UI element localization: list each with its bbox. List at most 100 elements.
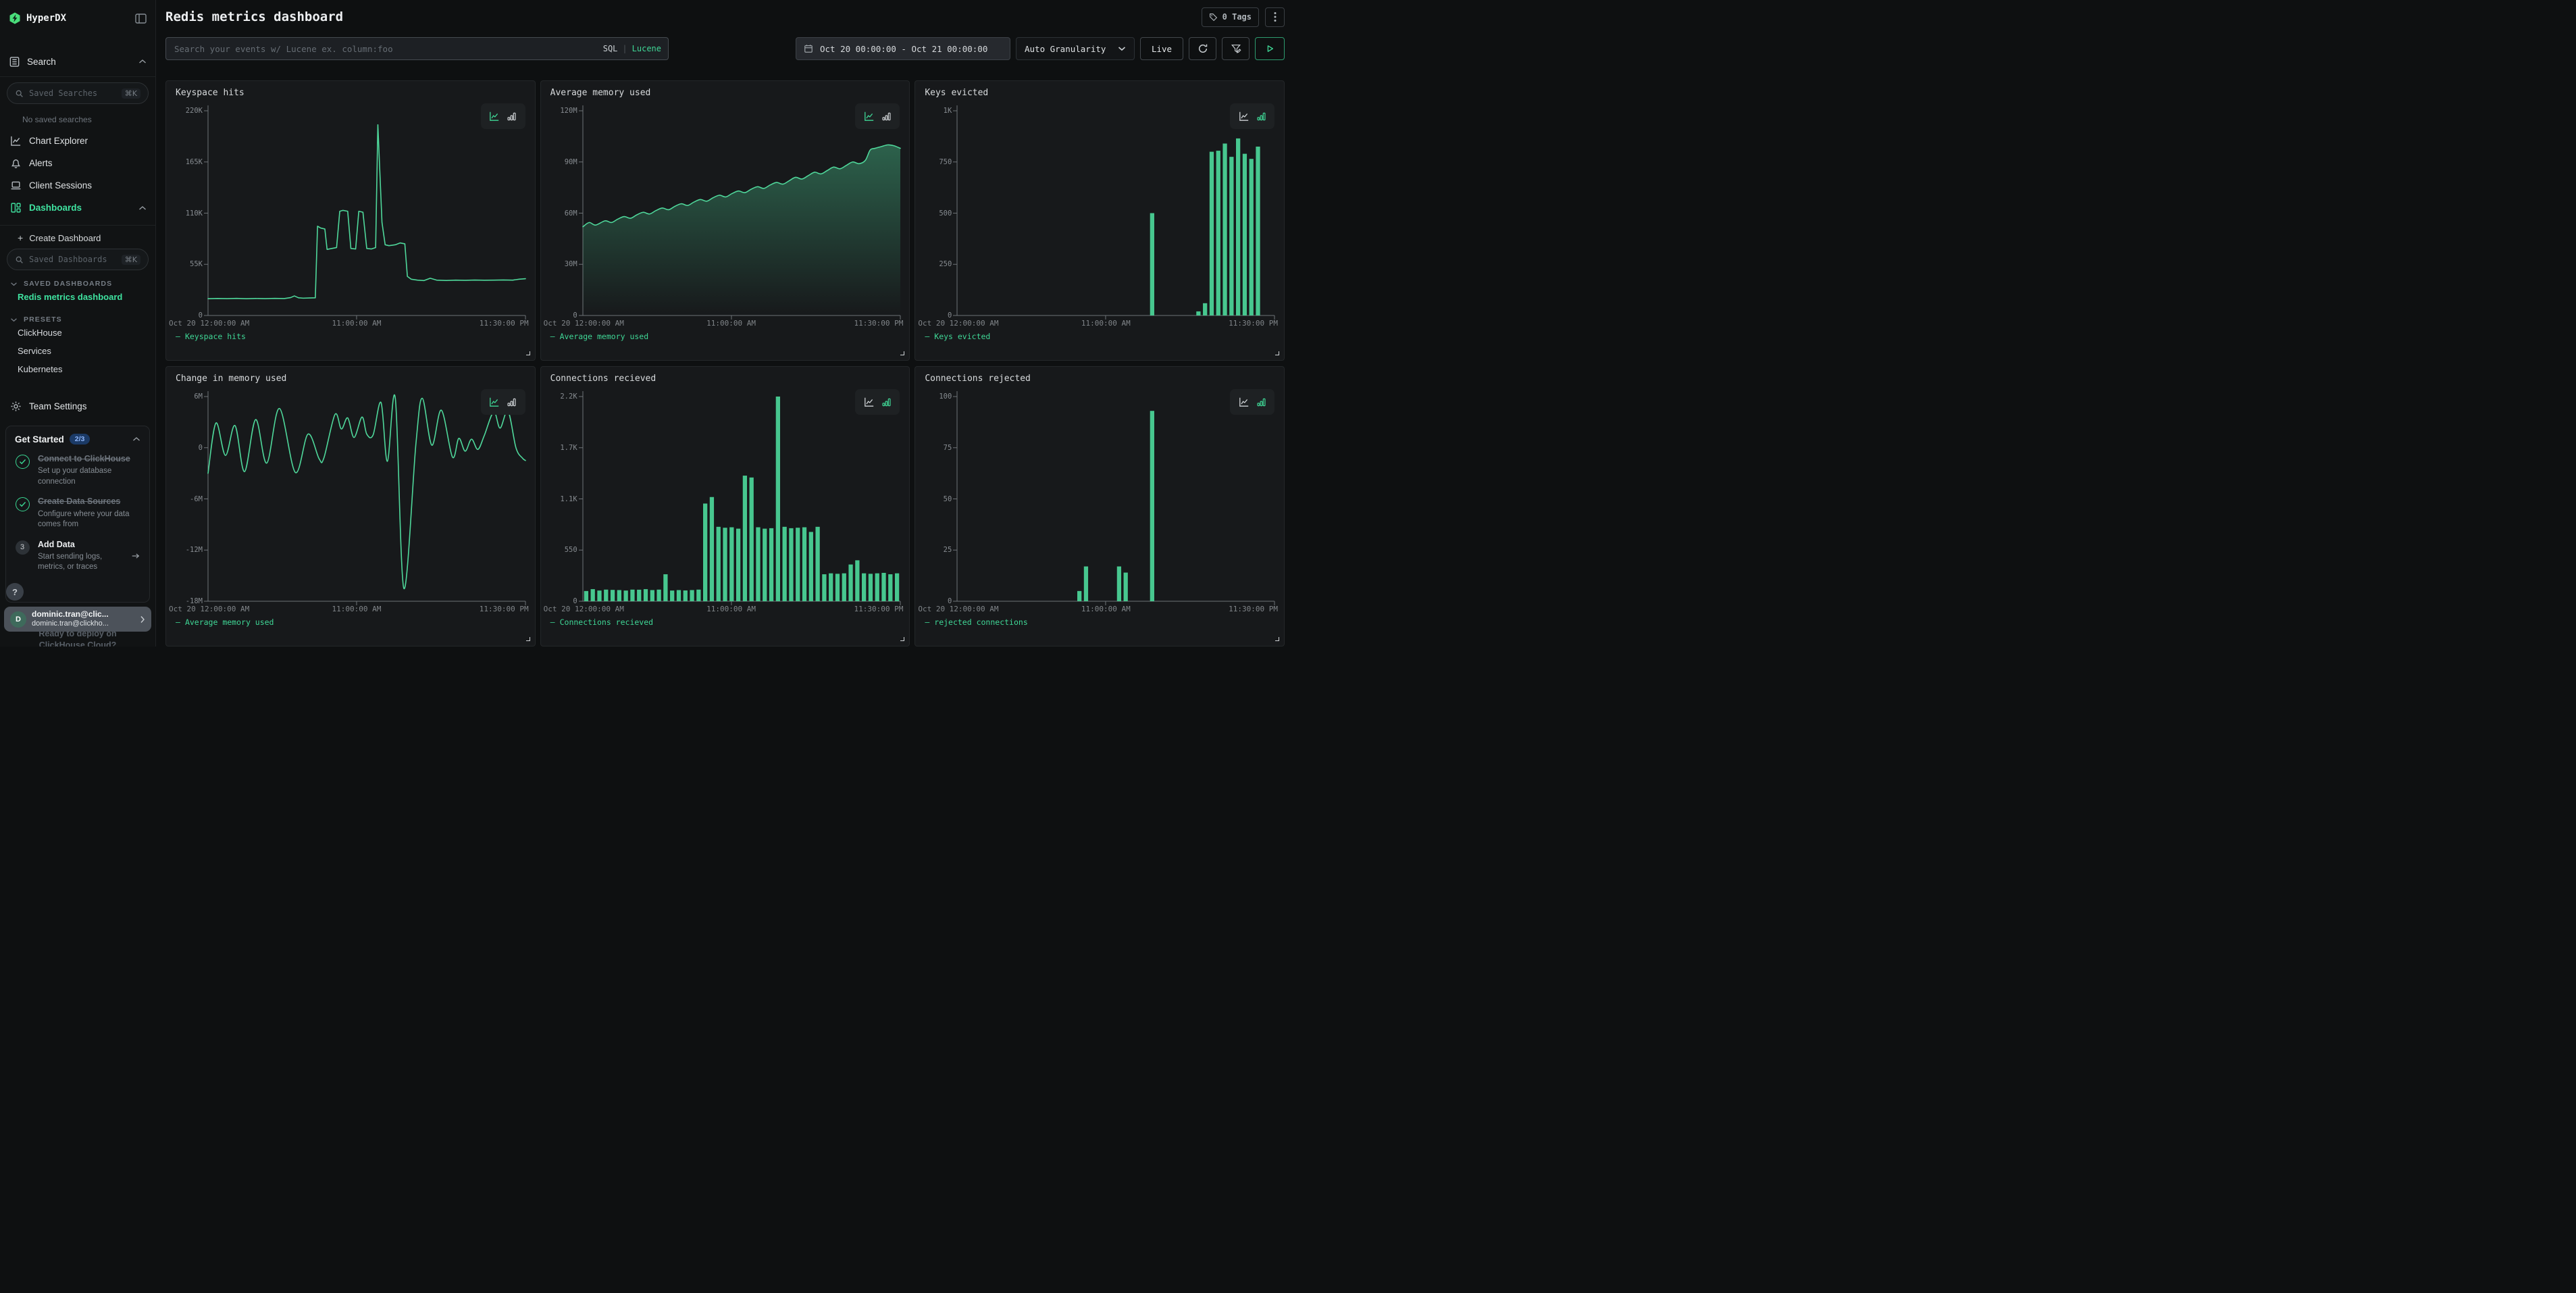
line-chart-icon[interactable] — [1239, 111, 1250, 122]
step-title: Add Data — [38, 539, 122, 550]
sidebar-item-redis-dashboard[interactable]: Redis metrics dashboard — [0, 288, 155, 306]
dashboard-menu-button[interactable] — [1265, 7, 1285, 27]
y-axis-tick: 120M — [541, 107, 577, 115]
resize-handle-icon[interactable] — [526, 637, 530, 641]
step-number-badge: 3 — [16, 540, 30, 555]
line-chart-icon[interactable] — [489, 111, 500, 122]
line-chart-icon[interactable] — [489, 397, 500, 407]
chart-type-toggle[interactable] — [855, 389, 900, 415]
sidebar-item-alerts[interactable]: Alerts — [0, 152, 155, 174]
bar-chart-icon[interactable] — [1256, 111, 1266, 122]
chart-type-toggle[interactable] — [481, 103, 525, 129]
legend-label: Average memory used — [185, 617, 274, 627]
chart-type-toggle[interactable] — [855, 103, 900, 129]
y-axis-tick: 750 — [915, 158, 952, 166]
line-chart-icon[interactable] — [1239, 397, 1250, 407]
chart-legend[interactable]: —Average memory used — [550, 332, 649, 341]
date-range-value: Oct 20 00:00:00 - Oct 21 00:00:00 — [820, 44, 987, 54]
line-chart-icon[interactable] — [864, 397, 875, 407]
x-axis-tick: 11:30:00 PM — [1229, 605, 1278, 613]
chart-type-toggle[interactable] — [1230, 103, 1274, 129]
chart-type-toggle[interactable] — [481, 389, 525, 415]
bar-chart-icon[interactable] — [881, 111, 892, 122]
sidebar-item-chart-explorer[interactable]: Chart Explorer — [0, 130, 155, 152]
chart-plot[interactable]: 2.2K1.7K1.1K5500Oct 20 12:00:00 AM11:00:… — [541, 367, 910, 646]
x-axis-tick: 11:00:00 AM — [1081, 319, 1131, 328]
search-icon — [15, 89, 24, 98]
section-presets[interactable]: PRESETS — [0, 315, 155, 324]
resize-handle-icon[interactable] — [1275, 351, 1279, 355]
legend-dash-icon: — — [176, 332, 180, 341]
create-dashboard-button[interactable]: + Create Dashboard — [0, 226, 155, 243]
get-started-step-sources[interactable]: Create Data Sources Configure where your… — [15, 496, 140, 530]
user-menu[interactable]: D dominic.tran@clic... dominic.tran@clic… — [4, 607, 151, 632]
sidebar-item-team-settings[interactable]: Team Settings — [0, 396, 155, 416]
get-started-step-add-data[interactable]: 3 Add Data Start sending logs, metrics, … — [15, 539, 140, 573]
y-axis-tick: 6M — [166, 392, 203, 401]
chart-title: Keyspace hits — [176, 88, 244, 98]
chart-plot[interactable]: 220K165K110K55K0Oct 20 12:00:00 AM11:00:… — [166, 81, 535, 360]
get-started-header[interactable]: Get Started 2/3 — [15, 434, 140, 445]
help-button[interactable]: ? — [6, 583, 24, 601]
date-range-picker[interactable]: Oct 20 00:00:00 - Oct 21 00:00:00 — [796, 37, 1010, 60]
shortcut-badge: ⌘K — [122, 255, 140, 265]
chart-legend[interactable]: — Keyspace hits — [176, 332, 246, 341]
event-search-input[interactable] — [165, 37, 669, 60]
sidebar-collapse-icon[interactable] — [135, 14, 147, 24]
legend-label: Keyspace hits — [185, 332, 246, 341]
app-window: HyperDX Search Saved Searches ⌘K No save… — [0, 0, 1288, 646]
sidebar-item-kubernetes[interactable]: Kubernetes — [0, 360, 155, 378]
bar-chart-icon[interactable] — [881, 397, 892, 407]
chart-plot[interactable]: 1K7505002500Oct 20 12:00:00 AM11:00:00 A… — [915, 81, 1284, 360]
chart-plot[interactable]: 1007550250Oct 20 12:00:00 AM11:00:00 AM1… — [915, 367, 1284, 646]
get-started-step-connect[interactable]: Connect to ClickHouse Set up your databa… — [15, 453, 140, 487]
chart-legend[interactable]: —rejected connections — [925, 617, 1027, 627]
resize-handle-icon[interactable] — [900, 637, 904, 641]
saved-dashboards-input[interactable]: Saved Dashboards ⌘K — [7, 249, 149, 270]
bar-chart-icon[interactable] — [1256, 397, 1266, 407]
resize-handle-icon[interactable] — [526, 351, 530, 355]
toggle-divider: | — [622, 44, 627, 53]
no-saved-searches-text: No saved searches — [0, 104, 155, 126]
sidebar-item-client-sessions[interactable]: Client Sessions — [0, 174, 155, 197]
chart-legend[interactable]: —Connections recieved — [550, 617, 653, 627]
sidebar-nav: Chart Explorer Alerts Client Sessions Da… — [0, 130, 155, 219]
chart-legend[interactable]: —Keys evicted — [925, 332, 990, 341]
sidebar-item-dashboards[interactable]: Dashboards — [0, 197, 155, 219]
line-chart-icon[interactable] — [864, 111, 875, 122]
resize-handle-icon[interactable] — [1275, 637, 1279, 641]
section-saved-dashboards[interactable]: SAVED DASHBOARDS — [0, 280, 155, 288]
divider — [0, 76, 155, 77]
chevron-up-icon — [138, 59, 147, 64]
chart-title: Change in memory used — [176, 374, 286, 384]
chart-plot[interactable]: 120M90M60M30M0Oct 20 12:00:00 AM11:00:00… — [541, 81, 910, 360]
sidebar-item-clickhouse[interactable]: ClickHouse — [0, 324, 155, 342]
lucene-toggle[interactable]: Lucene — [632, 44, 661, 53]
panel-keyspace-hits: Keyspace hits 220K165K110K55K0Oct 20 12:… — [165, 80, 536, 361]
chart-plot[interactable]: 6M0-6M-12M-18MOct 20 12:00:00 AM11:00:00… — [166, 367, 535, 646]
create-dashboard-label: Create Dashboard — [29, 233, 101, 243]
saved-searches-input[interactable]: Saved Searches ⌘K — [7, 82, 149, 104]
refresh-button[interactable] — [1189, 37, 1216, 60]
live-button[interactable]: Live — [1140, 37, 1183, 60]
sidebar-item-services[interactable]: Services — [0, 342, 155, 360]
granularity-select[interactable]: Auto Granularity — [1016, 37, 1135, 60]
legend-label: Connections recieved — [560, 617, 653, 627]
sql-toggle[interactable]: SQL — [603, 44, 618, 53]
main-content: Redis metrics dashboard 0 Tags SQL | — [156, 0, 1288, 646]
event-search: SQL | Lucene — [165, 37, 669, 60]
filter-button[interactable] — [1222, 37, 1250, 60]
run-query-button[interactable] — [1255, 37, 1285, 60]
y-axis-tick: 500 — [915, 209, 952, 218]
tags-button[interactable]: 0 Tags — [1202, 7, 1259, 27]
avatar: D — [10, 611, 26, 628]
team-settings-label: Team Settings — [29, 401, 87, 411]
resize-handle-icon[interactable] — [900, 351, 904, 355]
bar-chart-icon[interactable] — [507, 111, 517, 122]
x-axis-tick: 11:00:00 AM — [332, 605, 382, 613]
section-label: SAVED DASHBOARDS — [24, 280, 112, 288]
chart-legend[interactable]: —Average memory used — [176, 617, 274, 627]
chart-type-toggle[interactable] — [1230, 389, 1274, 415]
sidebar-item-search[interactable]: Search — [0, 53, 155, 70]
bar-chart-icon[interactable] — [507, 397, 517, 407]
